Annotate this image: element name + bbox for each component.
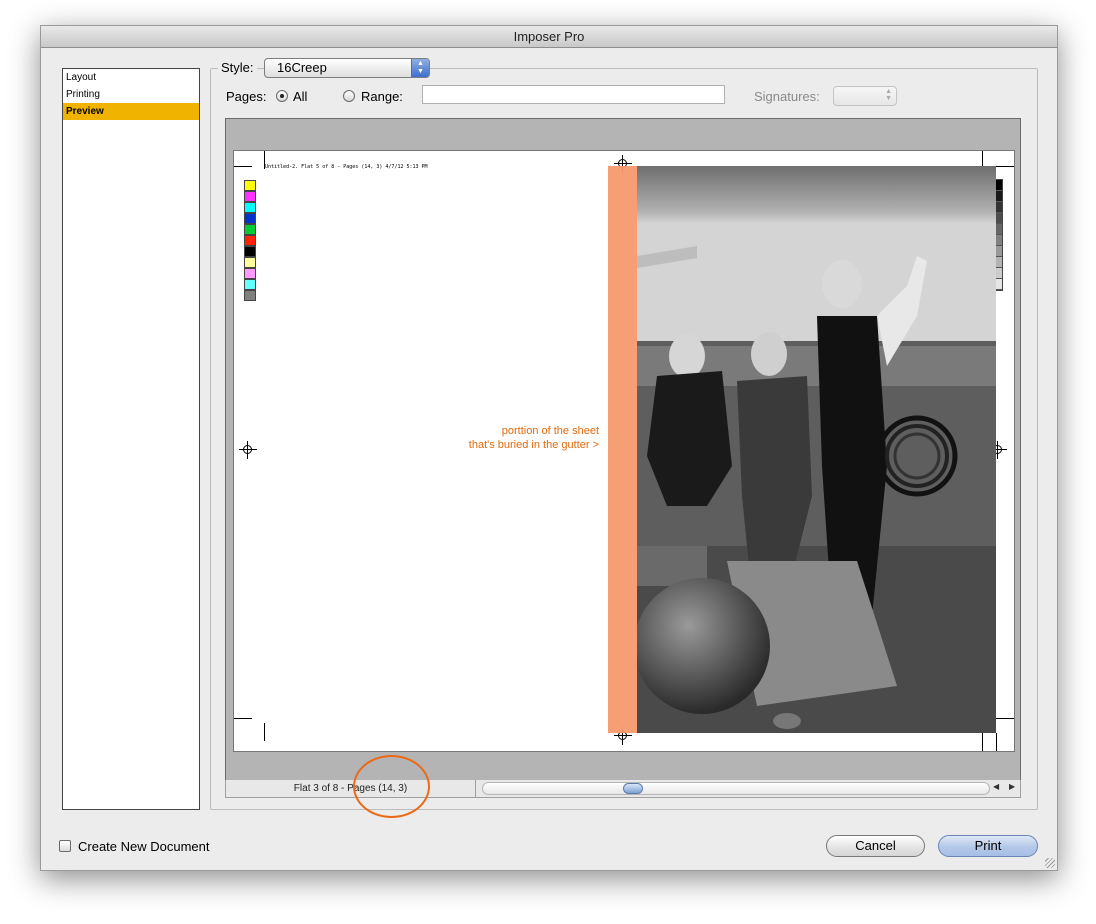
signatures-label: Signatures: [754,89,820,104]
style-value: 16Creep [277,60,327,75]
slug-line: Untitled-2. Flat 5 of 8 - Pages (14, 3) … [265,164,428,170]
sidebar-item-preview[interactable]: Preview [63,103,199,120]
annotation-line-2: that's buried in the gutter > [468,439,599,451]
color-swatch [244,224,256,235]
crop-mark [996,733,997,751]
registration-mark-icon [239,441,257,459]
style-popup[interactable]: 16Creep ▲ ▼ [264,58,430,78]
color-swatch [244,213,256,224]
imposer-pro-window: Imposer Pro Layout Printing Preview Styl… [40,25,1058,871]
sidebar-item-printing[interactable]: Printing [63,86,199,103]
cancel-button[interactable]: Cancel [826,835,925,857]
color-swatch [244,202,256,213]
pages-range-label: Range: [361,89,403,104]
color-swatch [244,257,256,268]
gutter-overlay [608,166,637,733]
pages-all-radio[interactable] [276,90,288,102]
crop-mark [234,718,252,719]
crop-mark [264,723,265,741]
window-title: Imposer Pro [41,26,1057,48]
sidebar-list: Layout Printing Preview [62,68,200,810]
page-photo [637,166,996,733]
color-swatch [244,191,256,202]
crop-mark [234,166,252,167]
scroll-right-arrow-icon[interactable]: ▶ [1009,782,1015,791]
crop-mark [264,151,265,169]
highlight-circle [353,755,430,818]
signatures-stepper[interactable]: ▲ ▼ [833,86,897,106]
color-swatch [244,235,256,246]
color-swatch [244,246,256,257]
flat-status-text: Flat 3 of 8 - Pages (14, 3) [226,780,476,797]
crop-mark [996,718,1014,719]
color-swatch [244,290,256,301]
crop-mark [996,166,1014,167]
preview-status-bar: Flat 3 of 8 - Pages (14, 3) ◀ ▶ [225,780,1021,798]
create-new-document-checkbox[interactable] [59,840,71,852]
style-label: Style: [218,60,257,75]
resize-grip-icon[interactable] [1045,858,1055,868]
sidebar-item-layout[interactable]: Layout [63,69,199,86]
pages-all-label: All [293,89,308,104]
annotation-line-1: porttion of the sheet [501,425,599,437]
print-button[interactable]: Print [938,835,1038,857]
color-swatch [244,268,256,279]
popup-arrows-icon: ▲ ▼ [411,59,429,77]
create-new-document-label: Create New Document [78,839,210,854]
color-swatch [244,180,256,191]
stepper-arrows-icon: ▲ ▼ [885,88,892,102]
preview-canvas[interactable]: Untitled-2. Flat 5 of 8 - Pages (14, 3) … [225,118,1021,782]
color-swatch [244,279,256,290]
pages-label: Pages: [226,89,267,104]
imposed-sheet: Untitled-2. Flat 5 of 8 - Pages (14, 3) … [233,150,1015,752]
crop-mark [982,733,983,751]
range-input[interactable] [422,85,725,104]
scroll-left-arrow-icon[interactable]: ◀ [993,782,999,791]
gutter-annotation: porttion of the sheet that's buried in t… [441,424,599,452]
pages-range-radio[interactable] [343,90,355,102]
color-bar [244,180,256,301]
scrollbar-thumb[interactable] [623,783,643,794]
horizontal-scrollbar[interactable] [482,782,990,795]
